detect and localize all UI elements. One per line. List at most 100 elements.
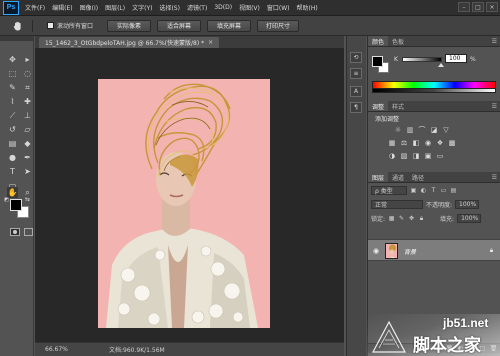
exposure-icon[interactable]: ◪ (430, 126, 438, 134)
menu-3d[interactable]: 3D(D) (214, 4, 232, 11)
gradient-tool-icon[interactable]: ▤ (7, 138, 18, 149)
k-channel-value-field[interactable]: 100 (445, 54, 467, 63)
tab-color[interactable]: 颜色 (368, 36, 389, 46)
lasso-tool-icon[interactable]: ◌ (22, 68, 33, 79)
invert-icon[interactable]: ◑ (388, 152, 396, 160)
k-channel-slider[interactable] (402, 57, 442, 62)
grayscale-ramp[interactable] (372, 89, 496, 93)
lock-position-icon[interactable]: ✥ (408, 215, 415, 222)
type-filter-icon[interactable]: T (430, 187, 437, 194)
menu-image[interactable]: 图像(I) (80, 3, 98, 12)
opacity-field[interactable]: 100% (455, 200, 480, 209)
brush-tool-icon[interactable]: ⟋ (7, 110, 18, 121)
artboard-tool-icon[interactable]: ▸ (22, 54, 33, 65)
curves-icon[interactable]: ⌒ (418, 126, 426, 134)
maximize-button[interactable]: □ (472, 2, 484, 12)
tab-swatches[interactable]: 色板 (388, 36, 408, 46)
color-panel-foreground-swatch[interactable] (372, 56, 383, 67)
zoom-level[interactable]: 66.67% (45, 346, 73, 353)
move-tool-icon[interactable]: ✥ (7, 54, 18, 65)
menu-file[interactable]: 文件(F) (25, 3, 45, 12)
panel-menu-icon[interactable]: ☰ (492, 174, 497, 181)
lock-transparency-icon[interactable]: ▦ (388, 215, 395, 222)
posterize-icon[interactable]: ▨ (400, 152, 408, 160)
threshold-icon[interactable]: ◨ (412, 152, 420, 160)
fill-field[interactable]: 100% (457, 214, 482, 223)
healing-brush-tool-icon[interactable]: ✚ (22, 96, 33, 107)
brightness-contrast-icon[interactable]: ☼ (394, 126, 402, 134)
tab-styles[interactable]: 样式 (388, 101, 408, 111)
menu-select[interactable]: 选择(S) (159, 3, 180, 12)
fit-screen-button[interactable]: 适合屏幕 (157, 19, 202, 32)
clone-stamp-tool-icon[interactable]: ⊥ (22, 110, 33, 121)
menu-view[interactable]: 视图(V) (239, 3, 260, 12)
foreground-color-swatch[interactable] (10, 199, 22, 211)
eyedropper-tool-icon[interactable]: ⌇ (7, 96, 18, 107)
blur-tool-icon[interactable]: ◆ (22, 138, 33, 149)
type-tool-icon[interactable]: T (7, 166, 18, 177)
quick-select-tool-icon[interactable]: ✎ (7, 82, 18, 93)
close-tab-icon[interactable]: × (208, 39, 213, 46)
pixel-filter-icon[interactable]: ▣ (410, 187, 417, 194)
layer-name[interactable]: 背景 (404, 247, 416, 256)
document-tab[interactable]: 15_1462_3_OtGbdpeloTAH.jpg @ 66.7%(快速蒙版/… (39, 37, 220, 48)
eraser-tool-icon[interactable]: ▱ (22, 124, 33, 135)
swap-colors-icon[interactable]: ⇆ (24, 196, 31, 203)
visibility-eye-icon[interactable]: ◉ (372, 247, 380, 255)
color-balance-icon[interactable]: ⚖ (400, 139, 408, 147)
color-lookup-icon[interactable]: ▩ (448, 139, 456, 147)
levels-icon[interactable]: ▥ (406, 126, 414, 134)
menu-edit[interactable]: 编辑(E) (52, 3, 72, 12)
history-brush-tool-icon[interactable]: ↺ (7, 124, 18, 135)
k-slider-thumb-icon[interactable] (438, 63, 444, 67)
hue-saturation-icon[interactable]: ▦ (388, 139, 396, 147)
document-size-info[interactable]: 文档:960.9K/1.56M (109, 345, 165, 354)
print-size-button[interactable]: 打印尺寸 (257, 19, 300, 32)
black-white-icon[interactable]: ◧ (412, 139, 420, 147)
quick-mask-icon[interactable] (10, 228, 20, 236)
document-photo[interactable] (98, 79, 270, 328)
menu-filter[interactable]: 滤镜(T) (187, 3, 207, 12)
actual-pixels-button[interactable]: 实际像素 (107, 19, 152, 32)
tab-adjustments[interactable]: 调整 (368, 101, 389, 111)
shape-filter-icon[interactable]: ▭ (440, 187, 447, 194)
menu-type[interactable]: 文字(Y) (132, 3, 152, 12)
menu-window[interactable]: 窗口(W) (267, 3, 290, 12)
crop-tool-icon[interactable]: ⌗ (22, 82, 33, 93)
channel-mixer-icon[interactable]: ❖ (436, 139, 444, 147)
character-panel-icon[interactable]: A (350, 86, 362, 97)
lock-all-icon[interactable]: 🔒︎ (418, 215, 425, 222)
gradient-map-icon[interactable]: ▭ (436, 152, 444, 160)
path-select-tool-icon[interactable]: ➤ (22, 166, 33, 177)
marquee-tool-icon[interactable]: ⬚ (7, 68, 18, 79)
panel-menu-icon[interactable]: ☰ (492, 103, 497, 110)
history-panel-icon[interactable]: ⟲ (350, 52, 362, 63)
screen-mode-icon[interactable] (24, 228, 33, 236)
tools-panel-grip[interactable] (0, 36, 33, 41)
tab-paths[interactable]: 路径 (408, 172, 428, 182)
properties-panel-icon[interactable]: ≡ (350, 68, 362, 79)
default-colors-icon[interactable]: ◩ (3, 197, 10, 204)
dodge-tool-icon[interactable]: ● (7, 152, 18, 163)
minimize-button[interactable]: – (458, 2, 470, 12)
scroll-all-windows-checkbox[interactable] (47, 22, 54, 29)
tab-channels[interactable]: 通道 (388, 172, 408, 182)
menu-layer[interactable]: 图层(L) (105, 3, 125, 12)
vibrance-icon[interactable]: ▽ (442, 126, 450, 134)
panel-menu-icon[interactable]: ☰ (492, 38, 497, 45)
tab-layers[interactable]: 图层 (368, 172, 389, 182)
menu-help[interactable]: 帮助(H) (297, 3, 318, 12)
adjustment-filter-icon[interactable]: ◐ (420, 187, 427, 194)
paragraph-panel-icon[interactable]: ¶ (350, 102, 362, 113)
hand-tool-preset-icon[interactable] (8, 19, 28, 33)
photo-filter-icon[interactable]: ◉ (424, 139, 432, 147)
blend-mode-select[interactable]: 正常 (371, 200, 423, 209)
close-button[interactable]: × (486, 2, 498, 12)
color-spectrum-ramp[interactable] (372, 81, 496, 89)
lock-image-icon[interactable]: ✎ (398, 215, 405, 222)
layer-row-background[interactable]: ◉ 背景 🔒︎ (368, 239, 500, 261)
pen-tool-icon[interactable]: ✒ (22, 152, 33, 163)
layer-kind-filter[interactable]: ρ 类型 (371, 186, 407, 195)
fill-screen-button[interactable]: 填充屏幕 (207, 19, 252, 32)
selective-color-icon[interactable]: ▣ (424, 152, 432, 160)
